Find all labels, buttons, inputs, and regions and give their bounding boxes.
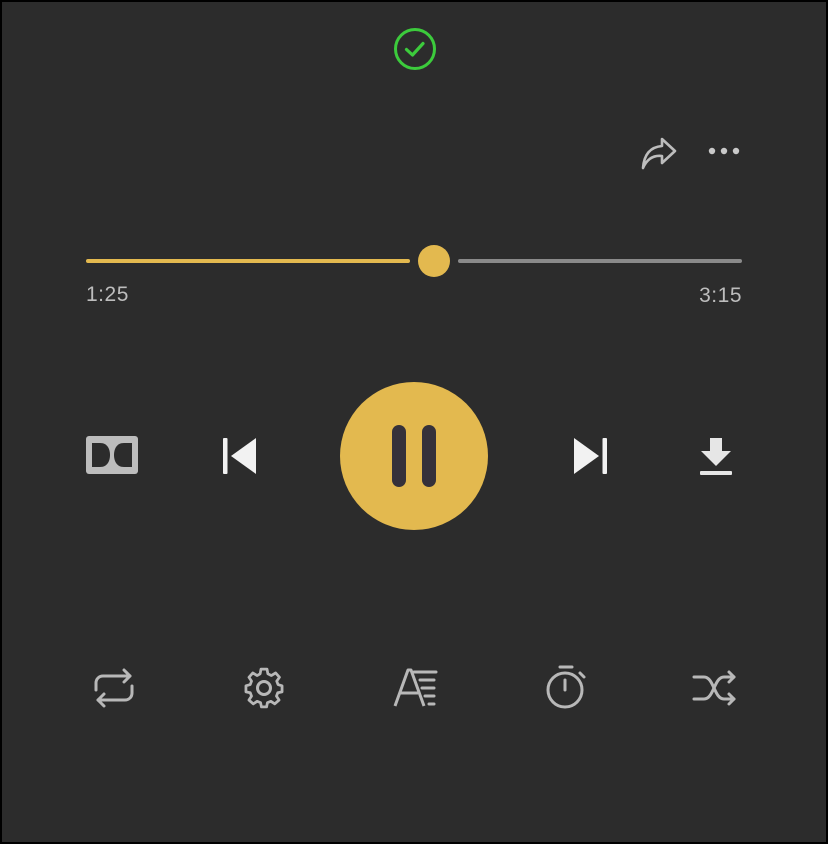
- player-screen: 1:25 3:15: [0, 0, 828, 844]
- pause-button[interactable]: [340, 382, 488, 530]
- more-button[interactable]: [704, 136, 744, 166]
- repeat-button[interactable]: [90, 664, 138, 712]
- timer-button[interactable]: [542, 664, 590, 712]
- progress-remaining: [458, 259, 742, 263]
- download-icon: [700, 438, 732, 475]
- lyrics-icon: [393, 668, 438, 707]
- progress-thumb[interactable]: [418, 245, 450, 277]
- timer-icon: [546, 665, 586, 709]
- total-duration: 3:15: [699, 284, 742, 307]
- skip-next-icon: [574, 438, 607, 474]
- pause-icon: [392, 425, 436, 487]
- skip-previous-icon: [223, 438, 256, 474]
- elapsed-time: 1:25: [86, 283, 129, 306]
- shuffle-button[interactable]: [692, 664, 740, 712]
- lyrics-button[interactable]: [392, 664, 440, 712]
- progress-played: [86, 259, 410, 263]
- shuffle-icon: [692, 670, 736, 706]
- dolby-icon: [86, 436, 138, 474]
- share-arrow-icon: [641, 137, 677, 170]
- previous-button[interactable]: [220, 436, 260, 476]
- gear-icon: [244, 667, 284, 709]
- dolby-button[interactable]: [86, 436, 138, 474]
- more-horizontal-icon: [708, 147, 740, 155]
- share-button[interactable]: [638, 133, 680, 173]
- check-circle-icon: [392, 26, 438, 72]
- next-button[interactable]: [570, 436, 610, 476]
- progress-slider[interactable]: [86, 242, 742, 282]
- settings-button[interactable]: [240, 664, 288, 712]
- download-button[interactable]: [696, 436, 736, 478]
- repeat-icon: [94, 668, 134, 708]
